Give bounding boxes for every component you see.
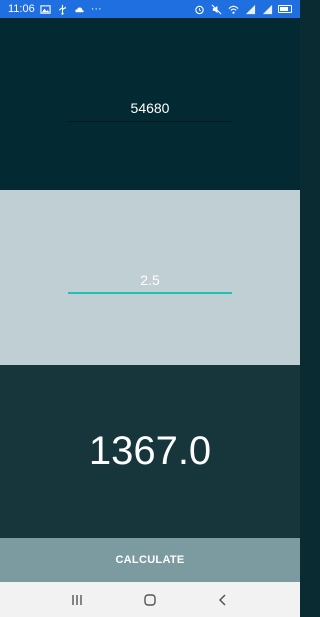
status-bar-left: 11:06 ··· [8, 3, 102, 15]
more-dots-icon: ··· [90, 3, 102, 15]
status-bar: 11:06 ··· [0, 0, 300, 18]
signal-icon [261, 3, 273, 15]
back-icon[interactable] [208, 585, 238, 615]
mute-icon [210, 3, 222, 15]
signal-icon [244, 3, 256, 15]
result-panel: 1367.0 [0, 365, 300, 538]
status-time: 11:06 [8, 3, 35, 15]
amount-input[interactable]: 54680 [68, 96, 232, 122]
home-icon[interactable] [135, 585, 165, 615]
navigation-bar [0, 582, 300, 617]
wifi-icon [227, 3, 239, 15]
alarm-icon [193, 3, 205, 15]
amount-input-value: 54680 [130, 100, 170, 116]
battery-icon [278, 5, 292, 13]
status-bar-right [193, 3, 292, 15]
usb-icon [57, 3, 69, 15]
rate-panel: 2.5 [0, 190, 300, 365]
amount-panel: 54680 [0, 18, 300, 190]
calculate-button[interactable]: CALCULATE [0, 538, 300, 582]
rate-input-value: 2.5 [140, 272, 160, 288]
cloud-icon [74, 3, 86, 15]
gallery-icon [40, 3, 52, 15]
recent-apps-icon[interactable] [62, 585, 92, 615]
result-value: 1367.0 [88, 429, 212, 473]
rate-input[interactable]: 2.5 [68, 268, 232, 294]
